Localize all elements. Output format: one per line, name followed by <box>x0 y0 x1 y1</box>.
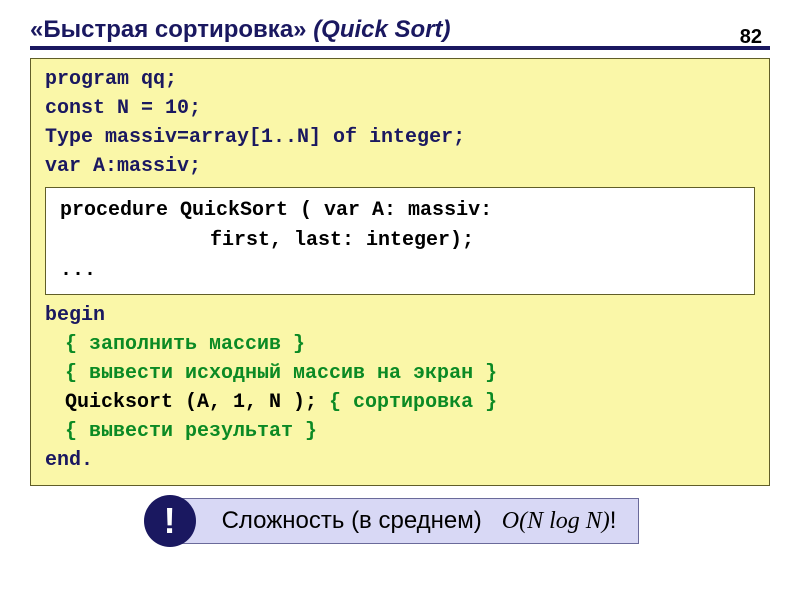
complexity-label: Сложность (в среднем) <box>222 507 482 535</box>
comment-inline: { сортировка } <box>329 391 497 414</box>
proc-ellipsis: ... <box>60 256 740 286</box>
title-en: (Quick Sort) <box>313 16 450 43</box>
slide-title: «Быстрая сортировка» (Quick Sort) <box>30 16 770 50</box>
complexity-box: ! Сложность (в среднем) O(N log N)! <box>161 498 640 544</box>
comment-line: { вывести результат } <box>45 417 755 446</box>
code-block-inner: procedure QuickSort ( var A: massiv: fir… <box>45 187 755 295</box>
trailing-bang: ! <box>610 507 617 534</box>
title-ru: «Быстрая сортировка» <box>30 16 313 43</box>
exclamation-icon: ! <box>144 495 196 547</box>
comment-line: { вывести исходный массив на экран } <box>45 359 755 388</box>
code-line: Quicksort (A, 1, N ); { сортировка } <box>45 388 755 417</box>
code-line: Type massiv=array[1..N] of integer; <box>45 123 755 152</box>
proc-line: first, last: integer); <box>60 226 740 256</box>
code-line: end. <box>45 446 755 475</box>
code-block-outer: program qq; const N = 10; Type massiv=ar… <box>30 58 770 486</box>
proc-line: procedure QuickSort ( var A: massiv: <box>60 196 740 226</box>
call-text: Quicksort (A, 1, N ); <box>65 391 329 414</box>
code-line: const N = 10; <box>45 94 755 123</box>
complexity-box-wrap: ! Сложность (в среднем) O(N log N)! <box>0 498 800 544</box>
code-line: var A:massiv; <box>45 152 755 181</box>
page-number: 82 <box>740 26 762 49</box>
code-line: begin <box>45 301 755 330</box>
comment-line: { заполнить массив } <box>45 330 755 359</box>
complexity-formula: O(N log N) <box>502 508 610 534</box>
code-line: program qq; <box>45 65 755 94</box>
